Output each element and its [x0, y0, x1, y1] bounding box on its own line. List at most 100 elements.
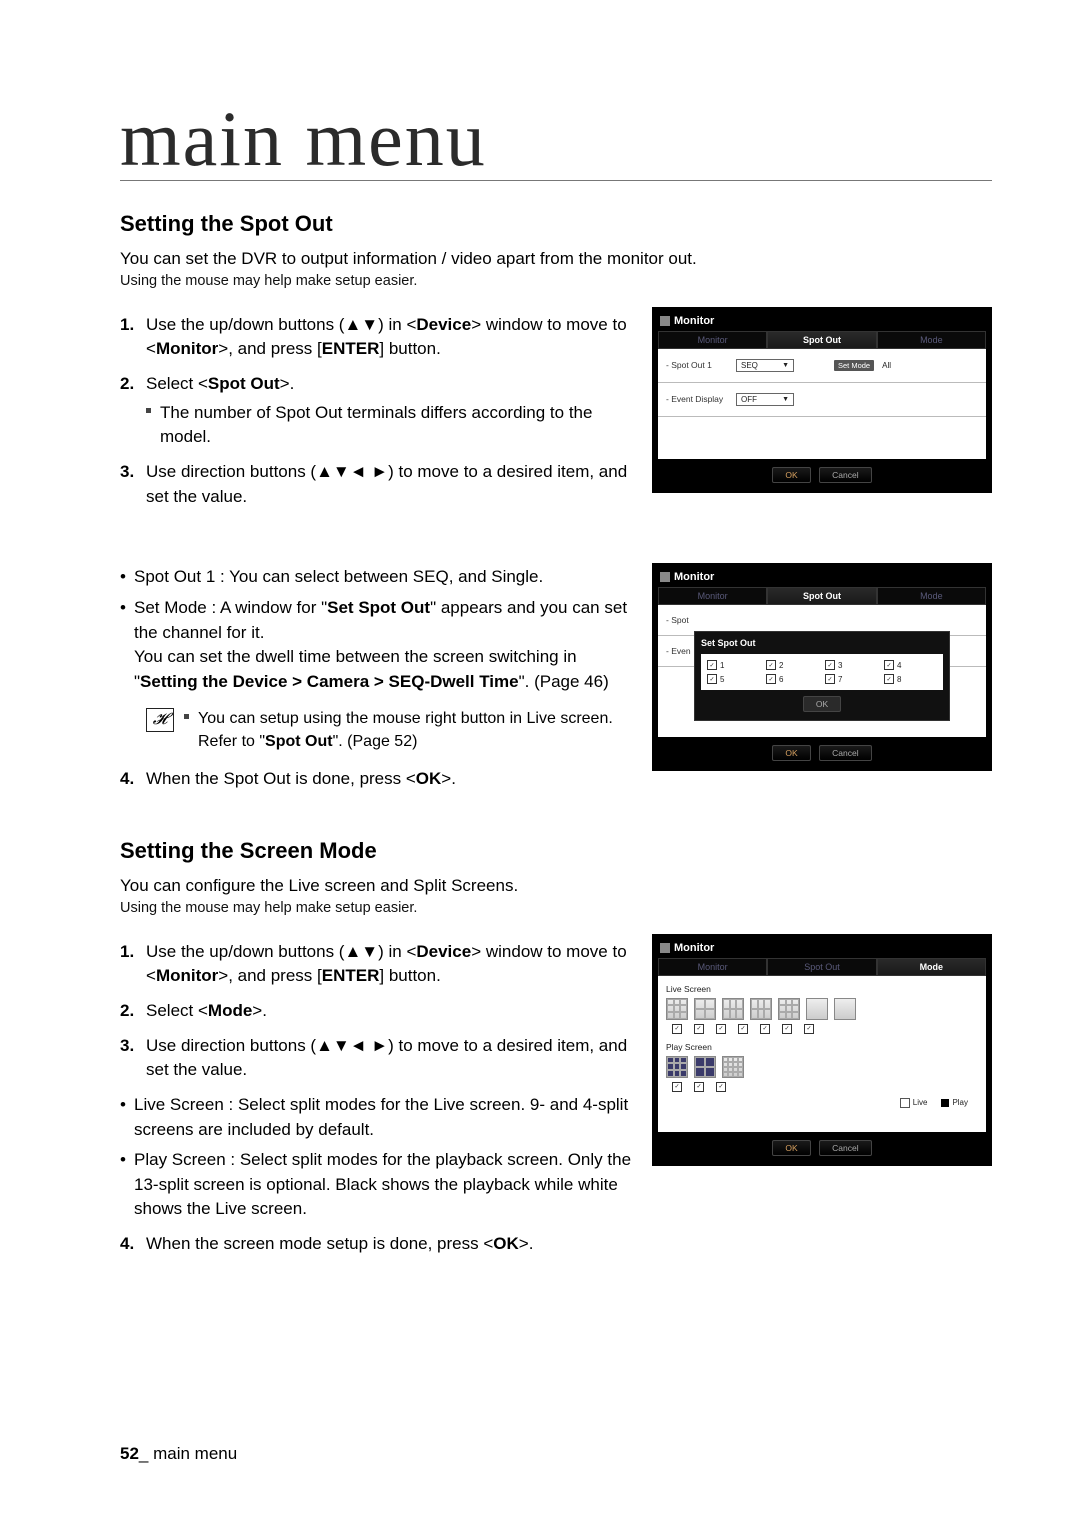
split9-icon[interactable] [666, 998, 688, 1020]
popup-setspotout: Set Spot Out ✓1 ✓2 ✓3 ✓4 ✓5 ✓6 ✓7 ✓8 OK [694, 631, 950, 721]
tab-monitor[interactable]: Monitor [658, 958, 767, 976]
text: Select < [146, 374, 208, 393]
text-bold: Device [416, 315, 471, 334]
text: Play [952, 1098, 968, 1107]
text: You can setup using the mouse right butt… [198, 710, 613, 727]
live-cb4[interactable]: ✓ [738, 1024, 748, 1034]
eventdisplay-label: - Event Display [666, 394, 736, 404]
monitor-icon [660, 943, 670, 953]
text: >, and press [ [218, 339, 321, 358]
ok-button[interactable]: OK [772, 467, 810, 483]
spotout1-dropdown[interactable]: SEQ ▼ [736, 359, 794, 372]
ch-7[interactable]: ✓7 [825, 674, 878, 684]
live-cb6[interactable]: ✓ [782, 1024, 792, 1034]
text: 4 [897, 661, 901, 670]
text: 7 [838, 675, 842, 684]
ch-4[interactable]: ✓4 [884, 660, 937, 670]
setmode-button[interactable]: Set Mode [834, 360, 874, 371]
dropdown-value: OFF [741, 395, 757, 404]
cancel-button[interactable]: Cancel [819, 1140, 871, 1156]
ch-3[interactable]: ✓3 [825, 660, 878, 670]
live-cb7[interactable]: ✓ [804, 1024, 814, 1034]
text-bold: Set Spot Out [327, 598, 430, 617]
section2-intro: You can configure the Live screen and Sp… [120, 874, 992, 898]
text-bold: Setting the Device > Camera > SEQ-Dwell … [140, 672, 519, 691]
dialog-setspotout: Monitor Monitor Spot Out Mode - Spot - E… [652, 563, 992, 771]
text-bold: OK [493, 1234, 519, 1253]
play-cb1[interactable]: ✓ [672, 1082, 682, 1092]
dialog-spotout: Monitor Monitor Spot Out Mode - Spot Out… [652, 307, 992, 493]
play-split13-icon[interactable] [722, 1056, 744, 1078]
s2-step1: Use the up/down buttons (▲▼) in <Device>… [120, 940, 634, 989]
chevron-down-icon: ▼ [782, 362, 789, 369]
text: 2 [779, 661, 783, 670]
tab-mode[interactable]: Mode [877, 587, 986, 605]
eventdisplay-dropdown[interactable]: OFF ▼ [736, 393, 794, 406]
tab-monitor[interactable]: Monitor [658, 587, 767, 605]
ch-6[interactable]: ✓6 [766, 674, 819, 684]
text-bold: ENTER [322, 966, 380, 985]
tab-monitor[interactable]: Monitor [658, 331, 767, 349]
s2-step2: Select <Mode>. [120, 999, 634, 1024]
ch-2[interactable]: ✓2 [766, 660, 819, 670]
text: ". (Page 46) [519, 672, 609, 691]
split6b-icon[interactable] [750, 998, 772, 1020]
footer-label: main menu [153, 1444, 237, 1463]
split4-icon[interactable] [694, 998, 716, 1020]
live-cb3[interactable]: ✓ [716, 1024, 726, 1034]
ch-5[interactable]: ✓5 [707, 674, 760, 684]
popup-title: Set Spot Out [701, 638, 943, 648]
cancel-button[interactable]: Cancel [819, 467, 871, 483]
legend-play: Play [941, 1098, 968, 1108]
tab-mode[interactable]: Mode [877, 331, 986, 349]
text: When the screen mode setup is done, pres… [146, 1234, 493, 1253]
text-bold: Mode [208, 1001, 252, 1020]
play-split9-icon[interactable] [666, 1056, 688, 1078]
s1-bullet2: Set Mode : A window for "Set Spot Out" a… [120, 596, 634, 695]
pip-icon[interactable] [806, 998, 828, 1020]
note-icon: 𝓗 [146, 708, 174, 732]
live-cb5[interactable]: ✓ [760, 1024, 770, 1034]
spotout1-label: - Spot Out 1 [666, 360, 736, 370]
tab-spotout[interactable]: Spot Out [767, 587, 876, 605]
play-cb3[interactable]: ✓ [716, 1082, 726, 1092]
live-cb1[interactable]: ✓ [672, 1024, 682, 1034]
section2-title: Setting the Screen Mode [120, 838, 992, 864]
seq-icon[interactable] [834, 998, 856, 1020]
section1-title: Setting the Spot Out [120, 211, 992, 237]
text: Select < [146, 1001, 208, 1020]
text: Set Mode : A window for " [134, 598, 327, 617]
text: >. [519, 1234, 534, 1253]
chevron-down-icon: ▼ [782, 396, 789, 403]
split8-icon[interactable] [778, 998, 800, 1020]
dialog-title: Monitor [674, 315, 714, 327]
play-cb2[interactable]: ✓ [694, 1082, 704, 1092]
tab-spotout[interactable]: Spot Out [767, 331, 876, 349]
dropdown-value: SEQ [741, 361, 758, 370]
live-screen-label: Live Screen [666, 984, 978, 994]
s2-bullet-live: Live Screen : Select split modes for the… [120, 1093, 634, 1142]
s2-bullet-play: Play Screen : Select split modes for the… [120, 1148, 634, 1222]
text: ] button. [379, 339, 440, 358]
page-footer: 52_ main menu [120, 1444, 237, 1464]
play-split4-icon[interactable] [694, 1056, 716, 1078]
ch-8[interactable]: ✓8 [884, 674, 937, 684]
tab-mode[interactable]: Mode [877, 958, 986, 976]
s1-bullet1: Spot Out 1 : You can select between SEQ,… [120, 565, 634, 590]
text-bold: Monitor [156, 339, 218, 358]
popup-ok-button[interactable]: OK [803, 696, 841, 712]
text: >. [252, 1001, 267, 1020]
split6-icon[interactable] [722, 998, 744, 1020]
ch-1[interactable]: ✓1 [707, 660, 760, 670]
ok-button[interactable]: OK [772, 745, 810, 761]
cancel-button[interactable]: Cancel [819, 745, 871, 761]
text: 8 [897, 675, 901, 684]
ok-button[interactable]: OK [772, 1140, 810, 1156]
s1-step4: When the Spot Out is done, press <OK>. [120, 767, 634, 792]
text: 5 [720, 675, 724, 684]
s1-step2-sub: The number of Spot Out terminals differs… [146, 401, 634, 450]
text: When the Spot Out is done, press < [146, 769, 416, 788]
tab-spotout[interactable]: Spot Out [767, 958, 876, 976]
text: Live [913, 1098, 928, 1107]
live-cb2[interactable]: ✓ [694, 1024, 704, 1034]
